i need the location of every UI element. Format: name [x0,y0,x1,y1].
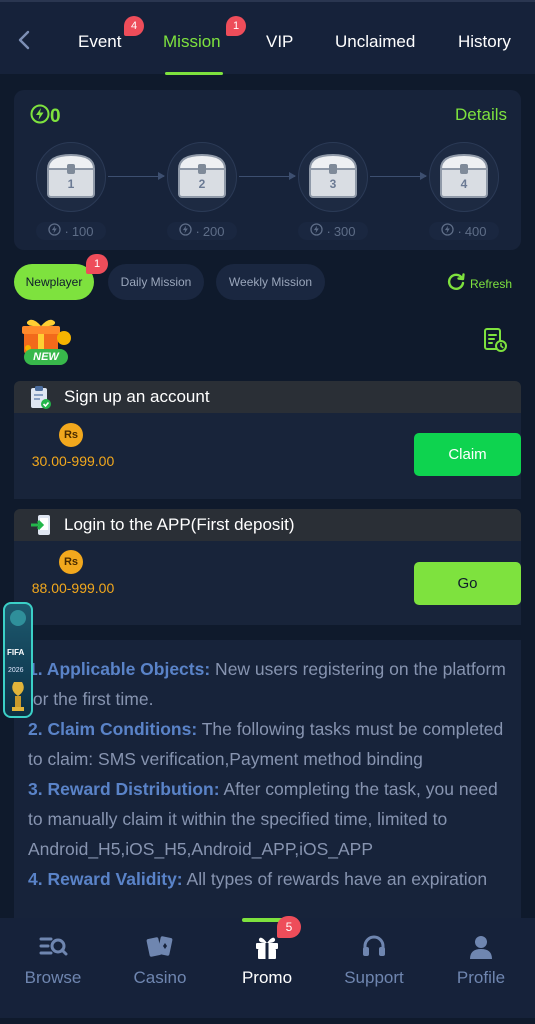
nav-promo[interactable]: Promo [219,932,315,988]
lightning-icon [179,223,193,239]
chevron-left-icon [17,30,31,55]
filter-weekly-mission[interactable]: Weekly Mission [216,264,325,300]
nav-label: Browse [24,968,82,987]
refresh-label: Refresh [470,276,513,291]
nav-browse[interactable]: Browse [5,932,101,988]
arrow-right-icon [108,172,165,180]
task-header: Login to the APP(First deposit) [14,509,521,541]
cards-icon [112,932,208,962]
reward-range: 30.00-999.00 [31,453,115,469]
lightning-icon [48,223,62,239]
activity-points: 0 [30,104,61,130]
bottom-nav: 5 Browse Casino Promo Support Profile [0,916,535,1024]
chest-requirement: · 200 [167,222,237,240]
chest-3[interactable]: 3 [298,142,368,212]
claim-button[interactable]: Claim [414,433,521,476]
nav-support[interactable]: Support [326,932,422,988]
reward-range: 88.00-999.00 [31,580,115,596]
event-badge: 4 [124,16,144,36]
nav-label: Profile [456,968,506,987]
top-nav-bar: Event 4 Mission 1 VIP Unclaimed History [0,0,535,75]
fifa-title: FIFA [7,648,25,657]
user-icon [433,932,529,962]
record-history-icon[interactable] [482,327,508,358]
rupee-coin-icon: Rs [59,550,83,574]
arrow-right-icon [239,172,296,180]
tab-history[interactable]: History [458,32,511,52]
chest-1[interactable]: 1 [36,142,106,212]
chest-progress-panel: 0 Details 1 2 3 4 · 100 · 200 · 300 · 40… [14,90,521,250]
refresh-button[interactable]: Refresh [446,272,512,295]
task-card: Rs 88.00-999.00 Go [14,541,521,625]
nav-label: Casino [133,968,187,987]
details-link[interactable]: Details [455,105,507,125]
rules-text: 1. Applicable Objects: New users registe… [28,654,510,894]
chest-number: 1 [67,177,75,191]
clipboard-check-icon [28,384,52,415]
chest-number: 2 [198,177,206,191]
rule-item: 2. Claim Conditions: The following tasks… [28,719,504,769]
lightning-icon [30,104,50,130]
go-button[interactable]: Go [414,562,521,605]
chest-2[interactable]: 2 [167,142,237,212]
nav-casino[interactable]: Casino [112,932,208,988]
refresh-icon [446,272,466,295]
rule-item: 1. Applicable Objects: New users registe… [28,659,506,709]
task-card: Rs 30.00-999.00 Claim [14,413,521,499]
active-tab-indicator [165,72,223,75]
rule-item: 3. Reward Distribution: After completing… [28,779,498,859]
back-button[interactable] [12,30,36,54]
lightning-icon [441,223,455,239]
lightning-icon [310,223,324,239]
task-title: Login to the APP(First deposit) [64,515,295,534]
chest-number: 3 [329,177,337,191]
headset-icon [326,932,422,962]
arrow-right-icon [370,172,427,180]
tab-vip[interactable]: VIP [266,32,293,52]
nav-profile[interactable]: Profile [433,932,529,988]
login-phone-icon [30,513,54,542]
rule-item: 4. Reward Validity: All types of rewards… [28,869,488,889]
nav-label: Promo [241,968,293,987]
filter-daily-mission[interactable]: Daily Mission [108,264,204,300]
new-label: NEW [24,349,68,365]
gift-box-icon [219,932,315,962]
tab-event[interactable]: Event [78,32,121,52]
newplayer-badge: 1 [86,254,108,274]
task-title: Sign up an account [64,387,210,406]
rules-panel: 1. Applicable Objects: New users registe… [14,640,521,940]
fifa-floating-banner[interactable]: FIFA 2026 [3,602,33,718]
chest-requirement: · 400 [429,222,499,240]
chest-requirement: · 300 [298,222,368,240]
rupee-coin-icon: Rs [59,423,83,447]
tab-unclaimed[interactable]: Unclaimed [335,32,415,52]
trophy-icon [10,610,26,711]
fifa-year: 2026 [8,667,24,674]
tab-mission[interactable]: Mission [163,32,221,52]
chest-requirement: · 100 [36,222,106,240]
system-nav-area [0,1018,535,1024]
points-value: 0 [50,106,61,127]
nav-label: Support [344,968,404,987]
chest-number: 4 [460,177,468,191]
filter-newplayer[interactable]: Newplayer [14,264,94,300]
browse-search-icon [5,932,101,962]
task-header: Sign up an account [14,381,521,413]
mission-badge: 1 [226,16,246,36]
chest-4[interactable]: 4 [429,142,499,212]
